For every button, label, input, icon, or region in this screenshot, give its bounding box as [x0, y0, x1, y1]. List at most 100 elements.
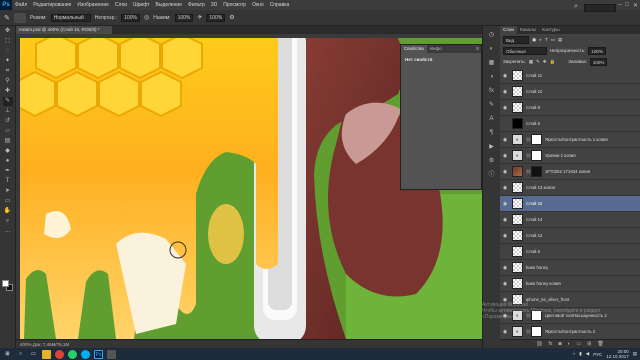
pressure-opacity-icon[interactable]: ◎ [144, 14, 149, 21]
healing-tool-icon[interactable]: ✚ [3, 87, 13, 96]
paragraph-panel-icon[interactable]: ¶ [487, 129, 496, 138]
layer-row[interactable]: ◉ ⛓ 1F70252 171634 копия [500, 164, 640, 180]
fill-field[interactable]: 100% [589, 57, 608, 66]
blur-tool-icon[interactable]: ◆ [3, 147, 13, 156]
visibility-eye-icon[interactable]: ◉ [500, 185, 510, 191]
brush-tool-icon[interactable]: ✎ [4, 14, 10, 22]
close-button[interactable]: ✕ [633, 2, 638, 9]
search-icon[interactable]: ⌕ [574, 3, 582, 11]
menu-3d[interactable]: 3D [208, 0, 220, 10]
lock-pixels-icon[interactable]: ▦ [529, 59, 533, 65]
media-icon[interactable] [107, 349, 116, 359]
foreground-color-swatch[interactable] [2, 280, 9, 287]
adjustments-panel-icon[interactable]: ◑ [487, 73, 496, 82]
lock-move-icon[interactable]: ✥ [543, 59, 547, 65]
menu-file[interactable]: Файл [12, 0, 30, 10]
panel-menu-icon[interactable]: ≡ [476, 46, 479, 52]
visibility-eye-icon[interactable]: ◉ [500, 153, 510, 159]
layer-row[interactable]: Слой 6 [500, 116, 640, 132]
menu-help[interactable]: Справка [267, 0, 293, 10]
crop-tool-icon[interactable]: ⌗ [3, 67, 13, 76]
menu-edit[interactable]: Редактирование [30, 0, 74, 10]
brushes-panel-icon[interactable]: ✎ [487, 101, 496, 110]
network-icon[interactable]: ▮ [579, 351, 581, 357]
hand-tool-icon[interactable]: ✋ [3, 207, 13, 216]
swatches-panel-icon[interactable]: ▦ [487, 59, 496, 68]
symmetry-icon[interactable]: ⚙ [229, 14, 234, 21]
search-taskbar-icon[interactable]: ○ [16, 350, 25, 359]
document-tab[interactable]: rratam.psd @ 400% (Слой 15, RGB/8) * [16, 26, 112, 34]
layer-row[interactable]: ◉ Слой 15 [500, 196, 640, 212]
layer-row[interactable]: ◉ Слой 8 [500, 100, 640, 116]
new-adjustment-icon[interactable]: ◐ [567, 341, 570, 347]
filter-pixel-icon[interactable]: ▣ [532, 37, 536, 43]
delete-layer-icon[interactable]: 🗑 [597, 341, 603, 347]
eyedropper-tool-icon[interactable]: ⚲ [3, 77, 13, 86]
blend-mode-select[interactable]: Обычные [503, 46, 547, 55]
maximize-button[interactable]: □ [625, 2, 629, 8]
new-layer-icon[interactable]: ⊞ [587, 341, 591, 347]
minimize-button[interactable]: – [618, 2, 621, 8]
history-brush-tool-icon[interactable]: ↺ [3, 117, 13, 126]
zoom-tool-icon[interactable]: ⌕ [3, 217, 13, 226]
visibility-eye-icon[interactable]: ◉ [500, 73, 510, 79]
workspace-select[interactable] [584, 4, 616, 12]
lock-paint-icon[interactable]: ✎ [536, 59, 540, 65]
layer-mask-thumbnail[interactable] [531, 134, 542, 145]
visibility-eye-icon[interactable]: ◉ [500, 105, 510, 111]
layer-kind-filter[interactable]: Вид [503, 35, 529, 44]
marquee-tool-icon[interactable]: ⬚ [3, 37, 13, 46]
visibility-eye-icon[interactable]: ◉ [500, 169, 510, 175]
layer-row[interactable]: ◉ ◐ ⛓ Яркость/Контрастность 1 копия [500, 132, 640, 148]
photoshop-taskbar-icon[interactable]: Ps [94, 349, 103, 359]
layer-mask-thumbnail[interactable] [531, 326, 542, 337]
visibility-eye-icon[interactable]: ◉ [500, 329, 510, 335]
skype-icon[interactable] [81, 349, 90, 359]
filter-smart-icon[interactable]: ▤ [558, 37, 562, 43]
layer-row[interactable]: ◉ Слой 10 [500, 84, 640, 100]
brush-tool-icon[interactable]: ✎ [2, 97, 13, 106]
gradient-tool-icon[interactable]: ▤ [3, 137, 13, 146]
layer-mask-thumbnail[interactable] [531, 166, 542, 177]
layer-row[interactable]: ◉ ◐ ⛓ Уровни 1 копия [500, 148, 640, 164]
menu-layers[interactable]: Слои [112, 0, 130, 10]
opacity-field[interactable]: 100% [121, 13, 140, 22]
menu-filter[interactable]: Фильтр [185, 0, 208, 10]
tray-up-icon[interactable]: ^ [573, 352, 575, 357]
color-panel-icon[interactable]: ◐ [487, 45, 496, 54]
explorer-icon[interactable] [42, 349, 51, 359]
volume-icon[interactable]: ◀ [586, 351, 589, 357]
clock[interactable]: 20:00 12.10.2017 [606, 349, 629, 359]
visibility-eye-icon[interactable]: ◉ [500, 265, 510, 271]
menu-window[interactable]: Окно [249, 0, 267, 10]
layer-row[interactable]: ◉ Слой 11 [500, 68, 640, 84]
styles-panel-icon[interactable]: fx [487, 87, 496, 96]
pen-tool-icon[interactable]: ✒ [3, 167, 13, 176]
menu-view[interactable]: Просмотр [220, 0, 249, 10]
filter-shape-icon[interactable]: ▭ [551, 37, 555, 43]
language-indicator[interactable]: РУС [593, 352, 602, 357]
filter-adjust-icon[interactable]: ◐ [539, 37, 542, 42]
path-select-tool-icon[interactable]: ➤ [3, 187, 13, 196]
visibility-eye-icon[interactable]: ◉ [500, 233, 510, 239]
tab-info[interactable]: Инфо [427, 45, 445, 53]
layer-row[interactable]: ◉ ◐ ⛓ Яркость/Контрастность 2 [500, 324, 640, 340]
whatsapp-icon[interactable] [68, 349, 77, 359]
notifications-icon[interactable]: ▤ [633, 351, 637, 357]
shape-tool-icon[interactable]: ▭ [3, 197, 13, 206]
info-panel-icon[interactable]: ⓘ [487, 171, 496, 180]
layer-row[interactable]: ◉ Слой 13 копия [500, 180, 640, 196]
tab-layers[interactable]: Слои [500, 26, 517, 34]
new-group-icon[interactable]: ▭ [577, 341, 582, 347]
history-panel-icon[interactable]: ◷ [487, 31, 496, 40]
mode-select[interactable]: Нормальный [50, 13, 91, 22]
move-tool-icon[interactable]: ✥ [3, 27, 13, 36]
layer-row[interactable]: Слой 5 [500, 244, 640, 260]
menu-type[interactable]: Шрифт [130, 0, 152, 10]
airbrush-icon[interactable]: ✈ [197, 14, 202, 21]
brush-preset-picker[interactable] [13, 12, 26, 23]
visibility-eye-icon[interactable]: ◉ [500, 137, 510, 143]
filter-type-icon[interactable]: T [545, 37, 548, 42]
tab-paths[interactable]: Контуры [539, 26, 563, 34]
menu-image[interactable]: Изображение [74, 0, 112, 10]
